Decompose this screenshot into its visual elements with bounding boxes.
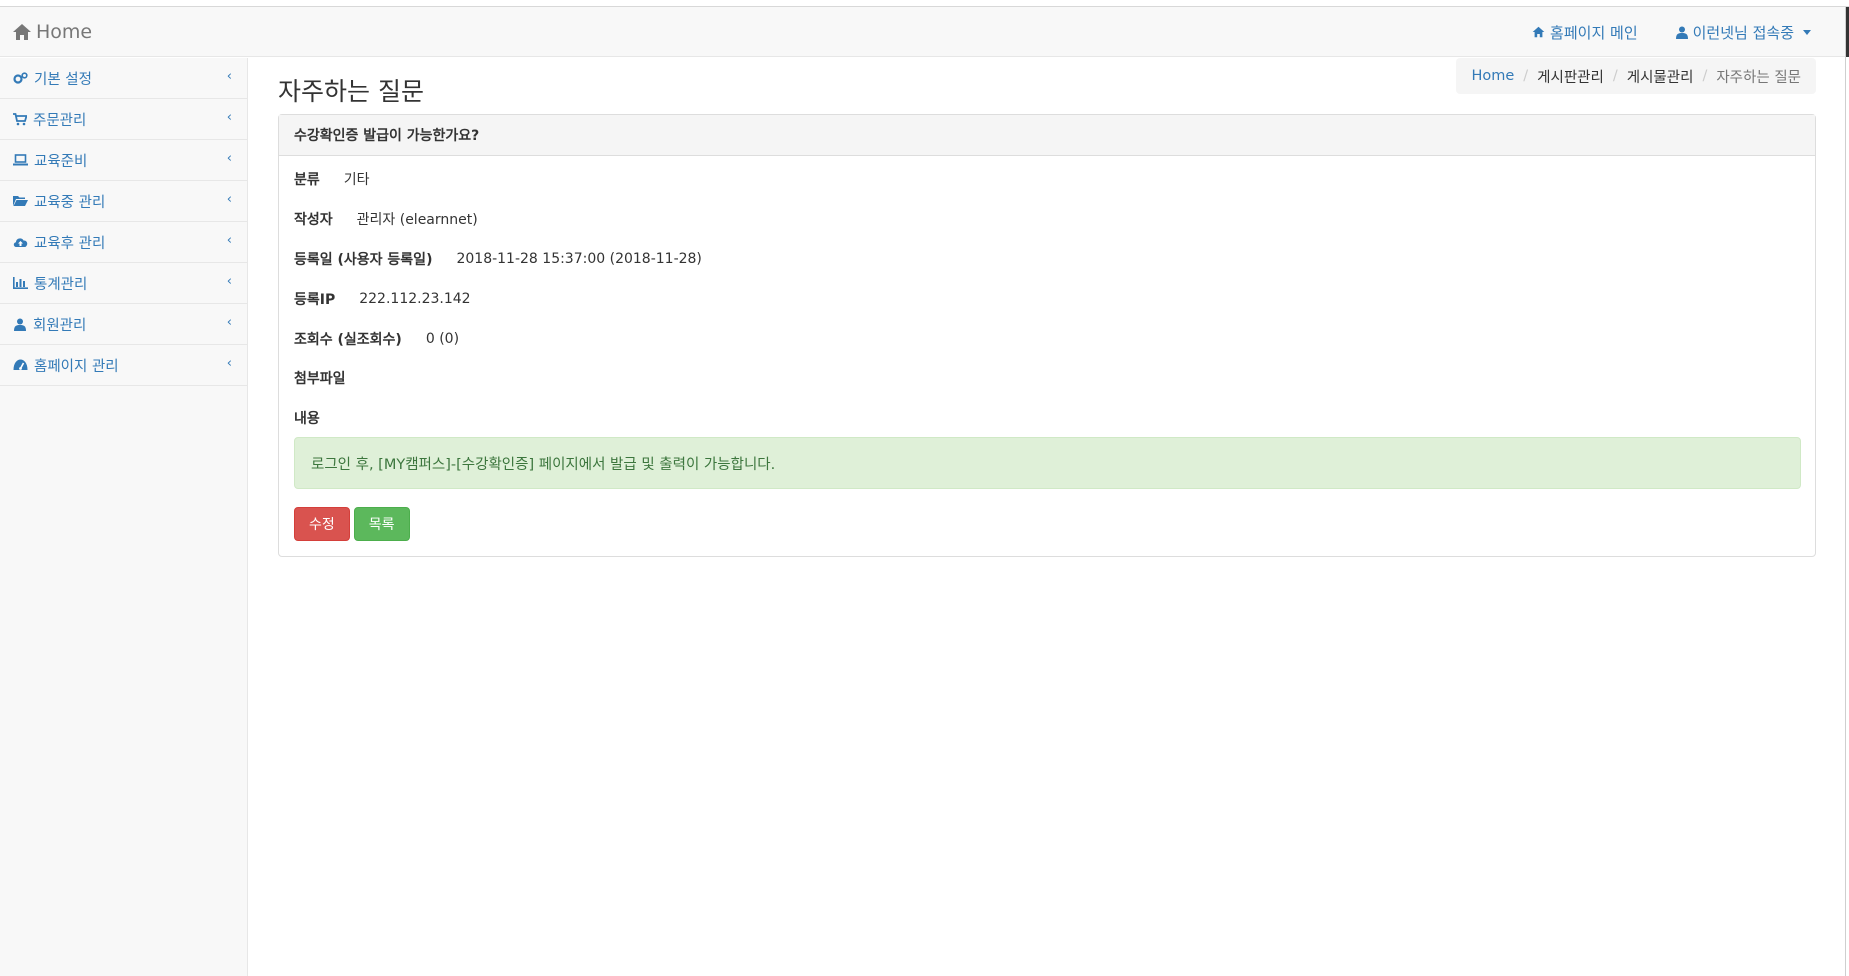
field-value: 222.112.23.142 [359,291,471,307]
sidebar-item-members[interactable]: 회원관리 ‹ [0,304,247,345]
caret-down-icon [1803,29,1811,35]
field-attachments: 첨부파일 [294,368,370,388]
action-buttons: 수정 목록 [294,507,410,541]
homepage-main-link[interactable]: 홈페이지 메인 [1532,22,1638,43]
field-value: 0 (0) [425,331,460,347]
chevron-left-icon: ‹ [226,315,232,330]
sidebar-item-label: 통계관리 [34,276,88,293]
sidebar-item-after-education[interactable]: 교육후 관리 ‹ [0,222,247,263]
sidebar-item-label: 기본 설정 [34,71,92,88]
field-view-count: 조회수 (실조회수) 0 (0) [294,329,459,349]
edit-button[interactable]: 수정 [294,507,350,541]
sidebar-item-label: 교육준비 [34,153,88,170]
sidebar-item-education-prep[interactable]: 교육준비 ‹ [0,140,247,181]
dashboard-icon [13,359,28,370]
list-button[interactable]: 목록 [353,507,410,541]
user-menu-dropdown[interactable]: 이런넷님 접속중 [1675,22,1811,43]
chevron-left-icon: ‹ [226,192,232,207]
field-content: 내용 [294,408,344,428]
sidebar-item-during-education[interactable]: 교육중 관리 ‹ [0,181,247,222]
navbar-right: 홈페이지 메인 이런넷님 접속중 [1532,7,1811,57]
cloud-upload-icon [13,238,28,247]
sidebar-item-statistics[interactable]: 통계관리 ‹ [0,263,247,304]
field-label: 분류 [294,172,320,188]
field-label: 내용 [294,411,320,427]
folder-open-icon [13,196,28,206]
field-label: 등록일 (사용자 등록일) [294,252,433,268]
breadcrumb-separator: / [1523,68,1529,84]
field-value: 관리자 (elearnnet) [356,212,478,228]
breadcrumb-separator: / [1702,68,1708,84]
chevron-left-icon: ‹ [226,151,232,166]
post-content-box: 로그인 후, [MY캠퍼스]-[수강확인증] 페이지에서 발급 및 출력이 가능… [294,437,1801,489]
user-icon [14,318,26,331]
breadcrumb-post-admin: 게시물관리 [1626,69,1694,86]
laptop-icon [13,154,28,166]
sidebar-item-homepage-admin[interactable]: 홈페이지 관리 ‹ [0,345,247,386]
user-icon [1675,26,1688,39]
post-detail-panel: 수강확인증 발급이 가능한가요? 분류 기타 작성자 관리자 (elearnne… [278,114,1816,557]
field-label: 조회수 (실조회수) [294,332,402,348]
sidebar-item-label: 교육후 관리 [34,235,106,252]
field-value: 기타 [343,172,370,188]
field-registered-ip: 등록IP 222.112.23.142 [294,289,471,309]
field-label: 첨부파일 [294,371,346,387]
chevron-left-icon: ‹ [226,69,232,84]
sidebar: 기본 설정 ‹ 주문관리 ‹ 교육준비 ‹ 교육중 관리 ‹ 교육후 관리 ‹ … [0,58,248,976]
chevron-left-icon: ‹ [226,110,232,125]
chevron-left-icon: ‹ [226,233,232,248]
breadcrumb: Home / 게시판관리 / 게시물관리 / 자주하는 질문 [1456,58,1816,94]
field-label: 등록IP [294,292,336,308]
gears-icon [13,71,28,84]
breadcrumb-current: 자주하는 질문 [1716,69,1801,86]
breadcrumb-board-admin: 게시판관리 [1537,69,1604,86]
sidebar-item-basic-settings[interactable]: 기본 설정 ‹ [0,58,247,99]
homepage-main-label: 홈페이지 메인 [1550,23,1638,42]
sidebar-item-label: 교육중 관리 [34,194,106,211]
field-registered-date: 등록일 (사용자 등록일) 2018-11-28 15:37:00 (2018-… [294,249,702,269]
user-menu-label: 이런넷님 접속중 [1692,23,1794,42]
sidebar-item-label: 회원관리 [33,317,87,334]
breadcrumb-separator: / [1612,68,1618,84]
page-title: 자주하는 질문 [278,77,424,106]
scrollbar-track[interactable] [1845,7,1846,976]
brand-label: Home [36,21,93,43]
sidebar-item-label: 홈페이지 관리 [34,358,119,375]
post-title: 수강확인증 발급이 가능한가요? [279,115,1815,156]
chevron-left-icon: ‹ [226,274,232,289]
top-navbar: Home 홈페이지 메인 이런넷님 접속중 [0,7,1845,57]
sidebar-item-label: 주문관리 [33,112,87,129]
bar-chart-icon [13,277,28,289]
field-author: 작성자 관리자 (elearnnet) [294,209,478,229]
field-value: 2018-11-28 15:37:00 (2018-11-28) [456,251,702,267]
cart-icon [13,112,27,125]
home-icon [1532,26,1545,38]
field-category: 분류 기타 [294,169,370,189]
field-label: 작성자 [294,212,333,228]
home-icon [13,24,31,40]
breadcrumb-home[interactable]: Home [1471,68,1514,84]
sidebar-item-orders[interactable]: 주문관리 ‹ [0,99,247,140]
window-top-strip [0,0,1849,7]
brand-home-link[interactable]: Home [12,7,92,57]
chevron-left-icon: ‹ [226,356,232,371]
